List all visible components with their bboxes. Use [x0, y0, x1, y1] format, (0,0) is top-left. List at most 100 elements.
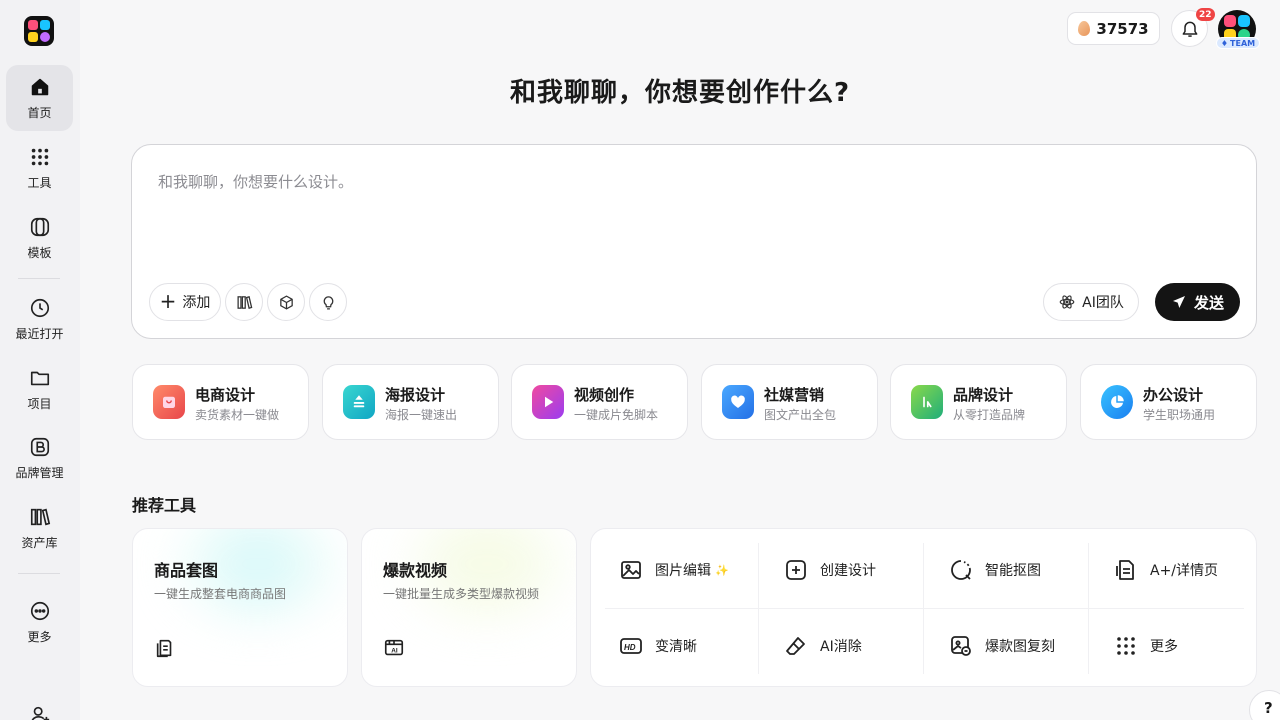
tool-label: 智能抠图	[985, 563, 1041, 579]
library-icon	[30, 508, 50, 525]
create-design-icon	[786, 560, 806, 580]
tool-viral-video[interactable]: 爆款视频 一键批量生成多类型爆款视频 AI	[361, 528, 577, 687]
category-video-creation[interactable]: 视频创作 一键成片免脚本	[511, 364, 688, 440]
section-title-recommended: 推荐工具	[132, 496, 197, 515]
sparkle-icon: ✨	[715, 563, 729, 577]
tool-image-edit[interactable]: 图片编辑 ✨	[591, 532, 756, 608]
replicate-icon	[951, 636, 971, 656]
app-logo[interactable]	[24, 16, 54, 46]
help-label: ?	[1264, 699, 1273, 717]
sidebar-item-more[interactable]: 更多	[6, 589, 73, 655]
tool-subtitle: 一键批量生成多类型爆款视频	[383, 587, 540, 601]
send-button[interactable]: 发送	[1155, 283, 1240, 321]
svg-text:HD: HD	[624, 643, 636, 652]
add-user-button[interactable]	[29, 704, 51, 720]
add-user-icon	[31, 706, 50, 720]
page-title: 和我聊聊，你想要创作什么?	[509, 78, 851, 108]
sidebar-item-projects[interactable]: 项目	[6, 356, 73, 422]
category-title: 海报设计	[385, 386, 446, 404]
more-icon	[30, 601, 49, 620]
sidebar-item-recent[interactable]: 最近打开	[6, 286, 73, 352]
sidebar-item-label: 首页	[27, 105, 52, 120]
category-title: 电商设计	[195, 386, 256, 404]
svg-text:AI: AI	[391, 648, 398, 655]
category-subtitle: 学生职场通用	[1143, 408, 1216, 422]
category-subtitle: 图文产出全包	[764, 408, 837, 422]
tools-grid: 图片编辑 ✨ 创建设计 智能抠图 A+/详情页 HD 变清晰 AI消除 爆款图复…	[590, 528, 1257, 687]
send-label: 发送	[1193, 293, 1224, 312]
tool-label: 变清晰	[655, 639, 697, 655]
sidebar-item-home[interactable]: 首页	[6, 65, 73, 131]
credits-badge[interactable]: 37573	[1067, 12, 1160, 45]
sidebar-item-label: 模板	[27, 245, 52, 260]
heart-chat-icon	[722, 385, 754, 419]
library-button[interactable]	[225, 283, 263, 321]
prompt-input[interactable]	[158, 173, 1058, 191]
sidebar-divider	[18, 278, 60, 279]
play-icon	[532, 385, 564, 419]
tool-more[interactable]: 更多	[1086, 608, 1251, 684]
team-badge-label: TEAM	[1230, 38, 1256, 48]
inspiration-button[interactable]	[309, 283, 347, 321]
sidebar-item-assets[interactable]: 资产库	[6, 495, 73, 561]
atom-icon	[1059, 295, 1075, 309]
tool-enhance-hd[interactable]: HD 变清晰	[591, 608, 756, 684]
template-icon	[30, 217, 49, 236]
tool-replicate-viral[interactable]: 爆款图复刻	[921, 608, 1086, 684]
category-title: 社媒营销	[764, 386, 825, 404]
category-brand-design[interactable]: 品牌设计 从零打造品牌	[890, 364, 1067, 440]
plus-icon: +	[159, 289, 177, 313]
add-button[interactable]: + 添加	[149, 283, 221, 321]
tool-label: 更多	[1150, 639, 1178, 655]
image-edit-icon	[621, 561, 641, 579]
category-subtitle: 一键成片免脚本	[574, 408, 659, 422]
egg-icon	[1078, 21, 1091, 36]
tool-title: 爆款视频	[383, 561, 448, 580]
send-icon	[1172, 296, 1185, 308]
category-social-marketing[interactable]: 社媒营销 图文产出全包	[701, 364, 878, 440]
folder-icon	[30, 371, 49, 385]
lightbulb-icon	[323, 295, 333, 310]
credits-value: 37573	[1096, 19, 1149, 38]
tool-ai-erase[interactable]: AI消除	[756, 608, 921, 684]
ai-video-icon: AI	[384, 639, 404, 656]
tool-detail-page[interactable]: A+/详情页	[1086, 532, 1251, 608]
ai-team-button[interactable]: AI团队	[1043, 283, 1139, 321]
hd-icon: HD	[620, 638, 642, 654]
tool-create-design[interactable]: 创建设计	[756, 532, 921, 608]
bell-icon	[1182, 21, 1197, 37]
tool-label: AI消除	[820, 639, 862, 655]
category-poster-design[interactable]: 海报设计 海报一键速出	[322, 364, 499, 440]
sidebar-item-label: 项目	[27, 396, 52, 411]
prompt-box: + 添加 AI团队 发送	[131, 144, 1257, 339]
tool-label: 图片编辑	[655, 563, 711, 579]
cube-icon	[279, 294, 293, 310]
more-dots-icon	[1117, 637, 1135, 655]
cutout-icon	[951, 560, 971, 580]
pie-chart-icon	[1101, 385, 1133, 419]
category-ecommerce-design[interactable]: 电商设计 卖货素材一键做	[132, 364, 309, 440]
tool-subtitle: 一键生成整套电商商品图	[154, 587, 287, 601]
sidebar-item-brand[interactable]: 品牌管理	[6, 425, 73, 491]
brand-icon	[30, 437, 49, 456]
sidebar-item-label: 最近打开	[15, 326, 64, 341]
eraser-icon	[786, 637, 805, 655]
clock-icon	[30, 298, 49, 317]
category-title: 品牌设计	[953, 386, 1014, 404]
sidebar-item-label: 资产库	[21, 535, 58, 550]
sidebar-item-tools[interactable]: 工具	[6, 135, 73, 201]
help-button[interactable]: ?	[1249, 690, 1280, 720]
tool-product-set[interactable]: 商品套图 一键生成整套电商商品图	[132, 528, 348, 687]
shopping-bag-icon	[153, 385, 185, 419]
diamond-icon: ♦	[1220, 38, 1229, 48]
home-icon	[31, 78, 48, 95]
sidebar-item-label: 更多	[27, 629, 52, 644]
sidebar-item-label: 工具	[27, 175, 52, 190]
3d-model-button[interactable]	[267, 283, 305, 321]
grid-dots-icon	[31, 148, 48, 165]
sidebar-item-templates[interactable]: 模板	[6, 205, 73, 271]
ai-team-label: AI团队	[1082, 295, 1124, 311]
category-subtitle: 海报一键速出	[385, 408, 458, 422]
tool-smart-cutout[interactable]: 智能抠图	[921, 532, 1086, 608]
category-office-design[interactable]: 办公设计 学生职场通用	[1080, 364, 1257, 440]
